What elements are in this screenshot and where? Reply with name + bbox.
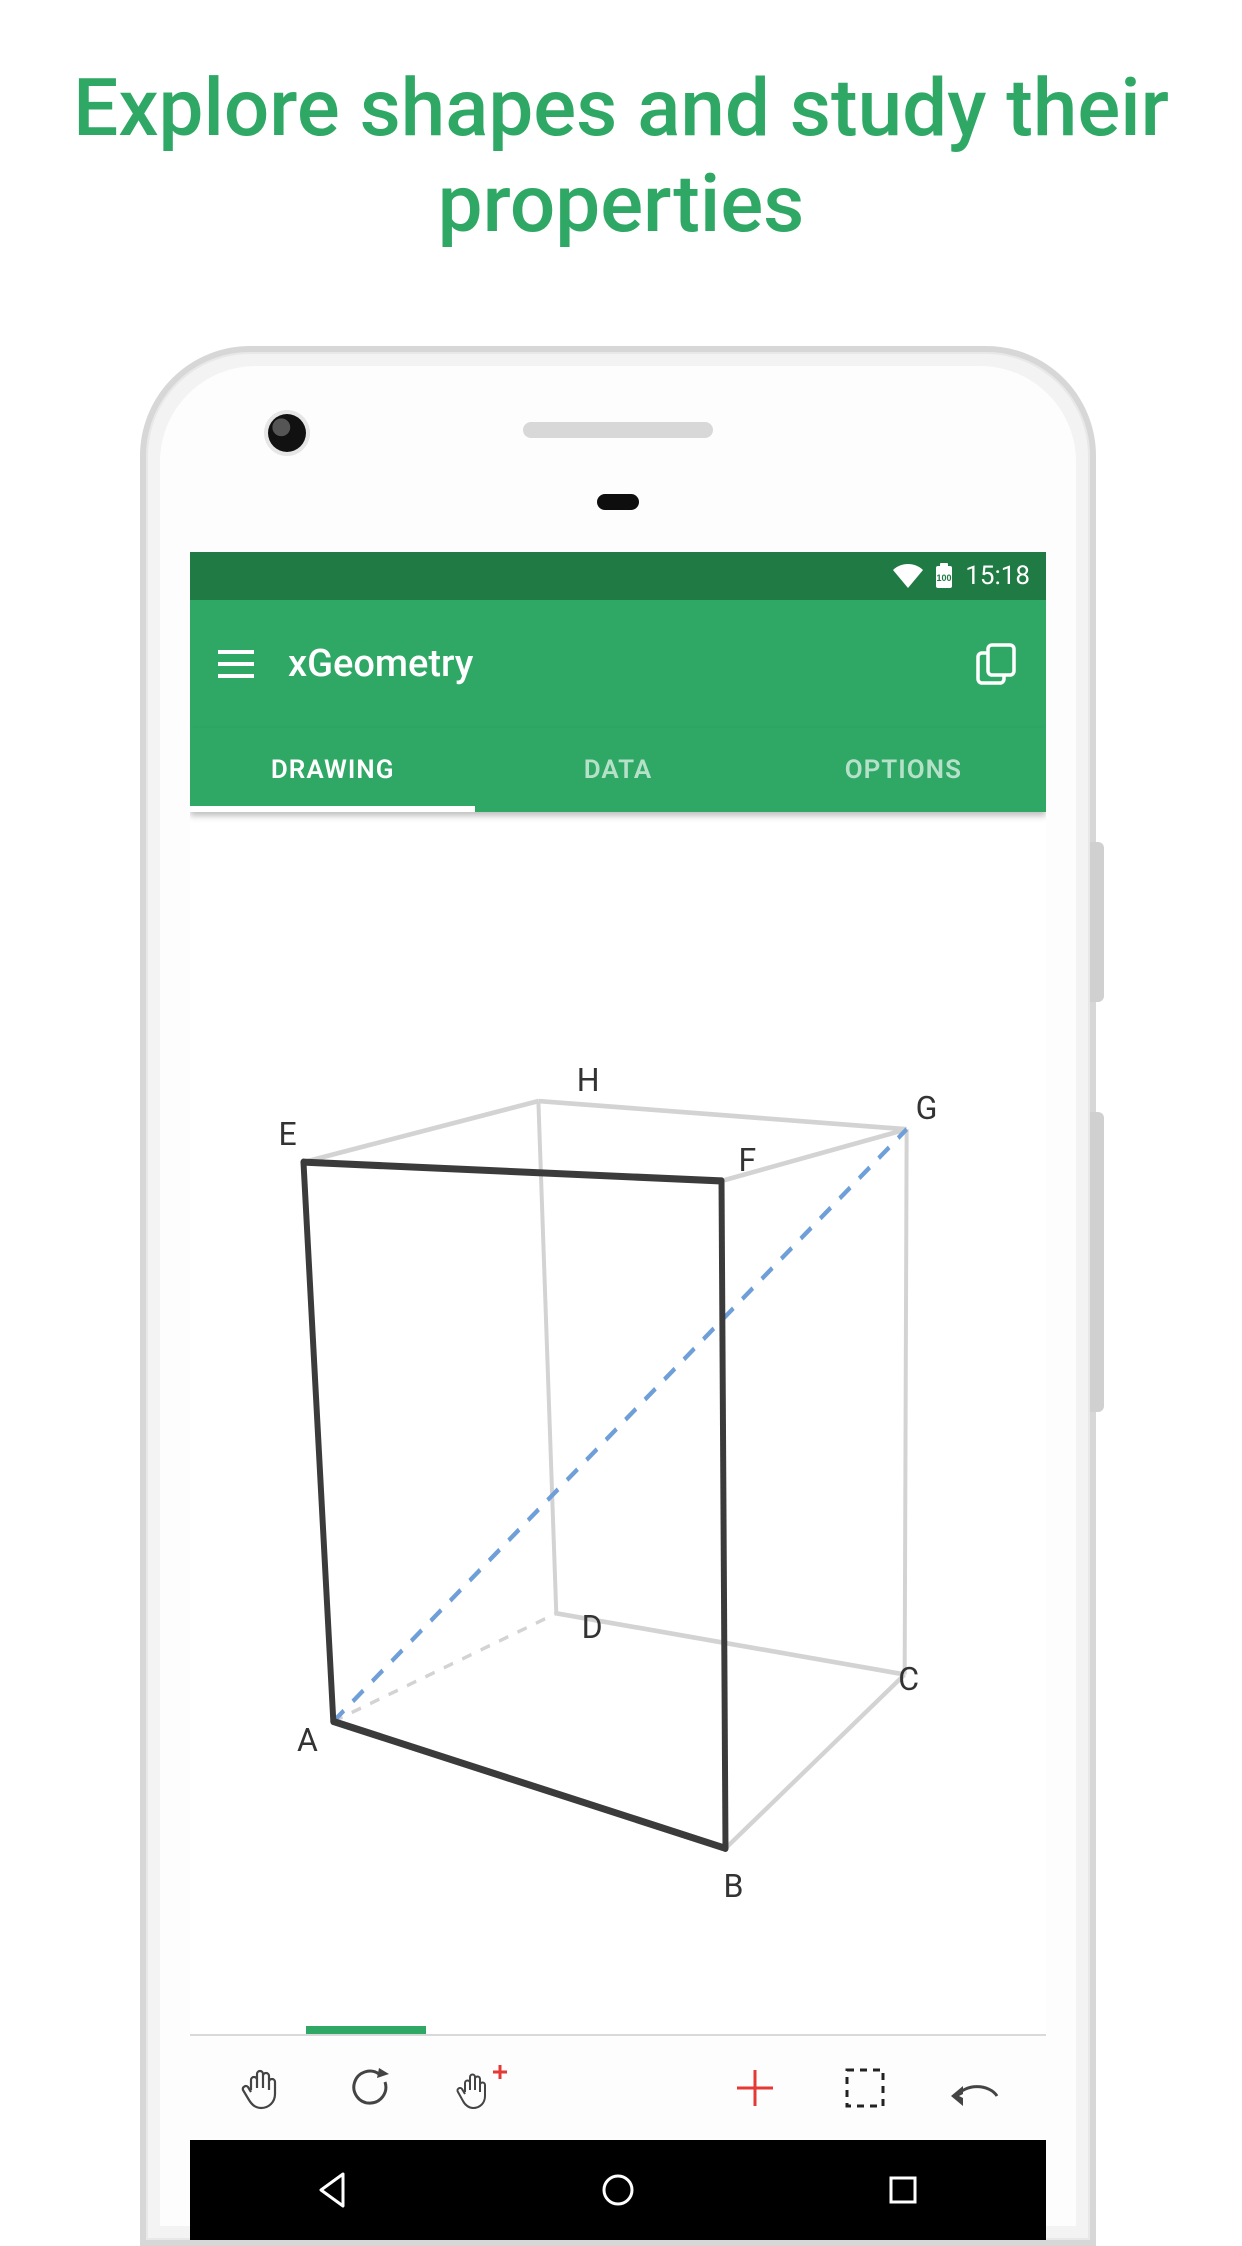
toolbar xyxy=(190,2034,1046,2140)
vertex-label-G: G xyxy=(916,1089,938,1127)
vertex-label-E: E xyxy=(278,1115,296,1153)
rotate-tool[interactable] xyxy=(316,2048,426,2128)
active-tool-indicator xyxy=(306,2026,426,2034)
pan-hand-tool[interactable] xyxy=(206,2048,316,2128)
rotate-icon xyxy=(347,2064,395,2112)
tab-options[interactable]: OPTIONS xyxy=(761,728,1046,812)
plus-icon xyxy=(731,2064,779,2112)
select-box-tool[interactable] xyxy=(810,2048,920,2128)
app-bar: xGeometry xyxy=(190,600,1046,728)
phone-speaker-icon xyxy=(523,422,713,438)
tab-bar: DRAWING DATA OPTIONS xyxy=(190,728,1046,812)
vertex-label-F: F xyxy=(739,1141,757,1179)
undo-icon xyxy=(947,2068,1003,2108)
vertex-label-C: C xyxy=(898,1660,919,1698)
tab-data[interactable]: DATA xyxy=(475,728,760,812)
wifi-icon xyxy=(893,564,923,588)
menu-icon[interactable] xyxy=(218,650,254,678)
tab-label: DATA xyxy=(584,755,653,785)
phone-frame: 100 15:18 xGeometry DRAWING DATA OPTIONS xyxy=(140,346,1096,2246)
tab-label: DRAWING xyxy=(271,755,395,785)
vertex-label-A: A xyxy=(297,1721,318,1759)
svg-text:100: 100 xyxy=(937,573,952,583)
vertex-label-H: H xyxy=(577,1061,600,1099)
hand-plus-icon xyxy=(453,2064,509,2112)
battery-icon: 100 xyxy=(935,563,953,589)
phone-sensor-icon xyxy=(597,494,639,510)
phone-camera-icon xyxy=(268,414,306,452)
marketing-headline: Explore shapes and study their propertie… xyxy=(0,0,1242,252)
add-point-tool[interactable] xyxy=(426,2048,536,2128)
nav-back-icon[interactable] xyxy=(313,2170,353,2210)
app-screen: 100 15:18 xGeometry DRAWING DATA OPTIONS xyxy=(190,552,1046,2240)
undo-tool[interactable] xyxy=(920,2048,1030,2128)
vertex-label-B: B xyxy=(723,1867,743,1905)
selection-icon xyxy=(841,2064,889,2112)
copy-icon[interactable] xyxy=(976,643,1018,685)
tab-drawing[interactable]: DRAWING xyxy=(190,728,475,812)
status-time: 15:18 xyxy=(965,561,1030,591)
nav-recent-icon[interactable] xyxy=(883,2170,923,2210)
android-nav-bar xyxy=(190,2140,1046,2240)
nav-home-icon[interactable] xyxy=(598,2170,638,2210)
phone-side-button xyxy=(1090,1112,1104,1412)
tab-label: OPTIONS xyxy=(845,755,962,785)
phone-side-button xyxy=(1090,842,1104,1002)
vertex-label-D: D xyxy=(582,1608,603,1646)
add-shape-tool[interactable] xyxy=(700,2048,810,2128)
hand-icon xyxy=(237,2064,285,2112)
drawing-canvas[interactable]: A B C D E F G H xyxy=(190,812,1046,2034)
app-title: xGeometry xyxy=(288,642,473,686)
status-bar: 100 15:18 xyxy=(190,552,1046,600)
